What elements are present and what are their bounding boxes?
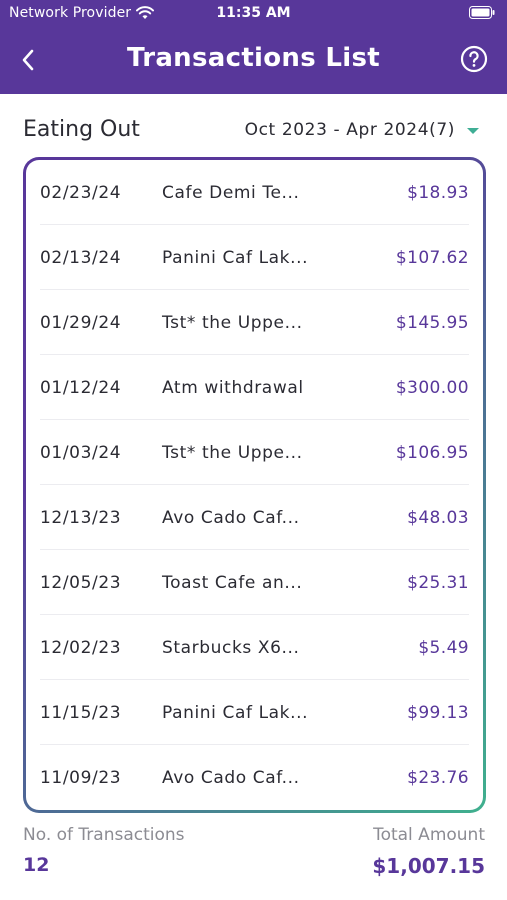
transaction-date: 11/09/23	[40, 768, 122, 788]
transaction-merchant: Panini Caf Lak...	[162, 703, 309, 723]
question-circle-icon	[460, 45, 488, 73]
battery-icon	[469, 6, 495, 19]
transaction-date: 12/13/23	[40, 508, 122, 528]
transaction-row[interactable]: 02/23/24 Cafe Demi Te... $18.93	[40, 160, 469, 225]
transaction-merchant: Atm withdrawal	[162, 378, 304, 398]
transaction-date: 02/13/24	[40, 248, 122, 268]
total-amount-label: Total Amount	[373, 825, 485, 845]
transaction-date: 01/03/24	[40, 443, 122, 463]
transaction-row[interactable]: 12/02/23 Starbucks X6... $5.49	[40, 615, 469, 680]
transaction-count-label: No. of Transactions	[23, 825, 185, 845]
transactions-card: 02/23/24 Cafe Demi Te... $18.93 02/13/24…	[23, 157, 486, 813]
filter-row: Eating Out Oct 2023 - Apr 2024(7)	[0, 112, 507, 152]
transaction-row[interactable]: 02/13/24 Panini Caf Lak... $107.62	[40, 225, 469, 290]
transaction-merchant: Tst* the Uppe...	[162, 313, 303, 333]
transaction-row[interactable]: 01/12/24 Atm withdrawal $300.00	[40, 355, 469, 420]
status-bar: Network Provider 11:35 AM	[0, 0, 507, 28]
transaction-date: 11/15/23	[40, 703, 122, 723]
transaction-amount: $23.76	[407, 768, 469, 788]
date-range-dropdown[interactable]: Oct 2023 - Apr 2024(7)	[245, 120, 479, 140]
transaction-merchant: Avo Cado Caf...	[162, 508, 300, 528]
nav-bar: Transactions List	[0, 28, 507, 94]
transactions-list: 02/23/24 Cafe Demi Te... $18.93 02/13/24…	[26, 160, 483, 810]
total-amount-value: $1,007.15	[372, 854, 485, 878]
transaction-amount: $300.00	[395, 378, 469, 398]
transaction-amount: $145.95	[395, 313, 469, 333]
transaction-merchant: Avo Cado Caf...	[162, 768, 300, 788]
transaction-merchant: Panini Caf Lak...	[162, 248, 309, 268]
transaction-amount: $99.13	[407, 703, 469, 723]
transaction-amount: $25.31	[407, 573, 469, 593]
app-header: Network Provider 11:35 AM Transactions L…	[0, 0, 507, 94]
transaction-date: 12/05/23	[40, 573, 122, 593]
transaction-amount: $106.95	[395, 443, 469, 463]
caret-down-icon	[467, 128, 479, 134]
transaction-date: 01/12/24	[40, 378, 122, 398]
transaction-date: 02/23/24	[40, 183, 122, 203]
category-title: Eating Out	[23, 117, 140, 142]
transaction-amount: $5.49	[418, 638, 469, 658]
transaction-amount: $107.62	[395, 248, 469, 268]
transaction-amount: $18.93	[407, 183, 469, 203]
transaction-amount: $48.03	[407, 508, 469, 528]
status-time: 11:35 AM	[216, 5, 291, 21]
transaction-row[interactable]: 01/03/24 Tst* the Uppe... $106.95	[40, 420, 469, 485]
date-range-label: Oct 2023 - Apr 2024(7)	[244, 120, 455, 140]
transaction-merchant: Starbucks X6...	[162, 638, 300, 658]
transaction-row[interactable]: 11/15/23 Panini Caf Lak... $99.13	[40, 680, 469, 745]
transactions-card-body[interactable]: 02/23/24 Cafe Demi Te... $18.93 02/13/24…	[26, 160, 483, 810]
transaction-date: 01/29/24	[40, 313, 122, 333]
transaction-row[interactable]: 12/13/23 Avo Cado Caf... $48.03	[40, 485, 469, 550]
page-title: Transactions List	[127, 43, 380, 73]
transaction-merchant: Cafe Demi Te...	[162, 183, 300, 203]
transaction-row[interactable]: 11/09/23 Avo Cado Caf... $23.76	[40, 745, 469, 810]
transaction-count-value: 12	[23, 854, 50, 876]
transaction-row[interactable]: 12/05/23 Toast Cafe an... $25.31	[40, 550, 469, 615]
transaction-row[interactable]: 01/29/24 Tst* the Uppe... $145.95	[40, 290, 469, 355]
transaction-merchant: Toast Cafe an...	[162, 573, 303, 593]
summary-footer: No. of Transactions 12 Total Amount $1,0…	[0, 822, 507, 892]
transaction-date: 12/02/23	[40, 638, 122, 658]
help-button[interactable]	[459, 44, 489, 74]
transaction-merchant: Tst* the Uppe...	[162, 443, 303, 463]
